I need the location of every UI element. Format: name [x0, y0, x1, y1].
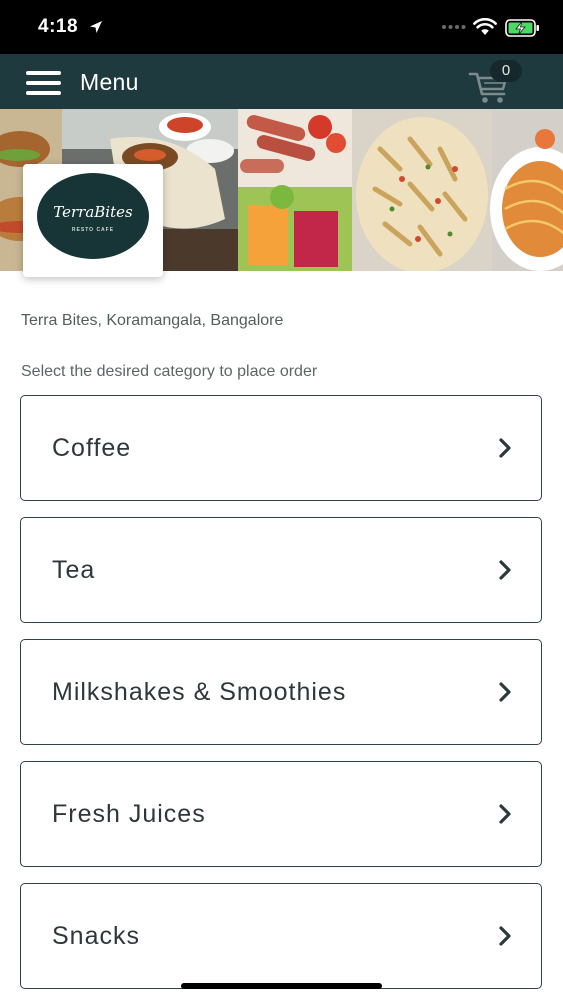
chevron-right-icon — [499, 560, 511, 580]
category-label: Tea — [52, 556, 96, 584]
category-label: Coffee — [52, 434, 132, 462]
instruction-text: Select the desired category to place ord… — [21, 363, 318, 380]
chevron-right-icon — [499, 926, 511, 946]
home-indicator[interactable] — [181, 983, 382, 989]
category-snacks[interactable]: Snacks — [20, 883, 542, 989]
category-label: Milkshakes & Smoothies — [52, 678, 347, 706]
category-fresh-juices[interactable]: Fresh Juices — [20, 761, 542, 867]
hamburger-menu-icon[interactable] — [26, 71, 61, 95]
category-milkshakes-smoothies[interactable]: Milkshakes & Smoothies — [20, 639, 542, 745]
restaurant-logo-card: TerraBites RESTO CAFE — [23, 164, 163, 277]
chevron-right-icon — [499, 682, 511, 702]
restaurant-logo: TerraBites RESTO CAFE — [37, 173, 149, 259]
category-coffee[interactable]: Coffee — [20, 395, 542, 501]
category-label: Snacks — [52, 922, 140, 950]
app-header: Menu — [0, 54, 563, 109]
wifi-icon — [473, 18, 497, 35]
location-arrow-icon — [90, 21, 102, 33]
logo-name: TerraBites — [53, 203, 133, 221]
battery-charging-icon — [505, 19, 539, 37]
chevron-right-icon — [499, 804, 511, 824]
menu-title: Menu — [80, 69, 139, 95]
status-bar: 4:18 — [0, 0, 563, 54]
category-label: Fresh Juices — [52, 800, 206, 828]
cart-count-badge: 0 — [490, 60, 522, 82]
signal-dots-icon — [442, 25, 466, 29]
logo-tagline: RESTO CAFE — [71, 227, 115, 233]
status-time: 4:18 — [38, 16, 79, 37]
category-tea[interactable]: Tea — [20, 517, 542, 623]
restaurant-address: Terra Bites, Koramangala, Bangalore — [21, 312, 284, 329]
chevron-right-icon — [499, 438, 511, 458]
